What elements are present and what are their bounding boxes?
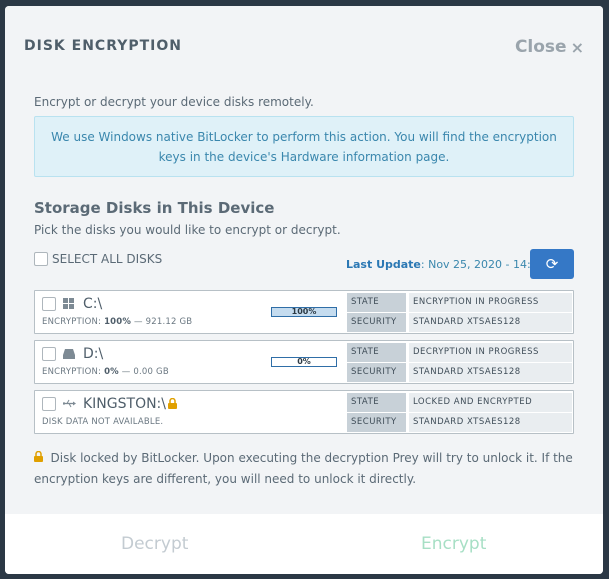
state-value: ENCRYPTION IN PROGRESS [409, 293, 572, 312]
disk-checkbox[interactable] [42, 297, 56, 311]
close-label: Close [514, 37, 567, 57]
refresh-icon: ⟳ [545, 255, 559, 273]
detail-suffix: — 921.12 GB [131, 317, 193, 327]
close-icon: × [570, 37, 584, 57]
section-subtitle: Pick the disks you would like to encrypt… [34, 223, 341, 237]
info-line-1: We use Windows native BitLocker to perfo… [51, 130, 557, 144]
detail-prefix: ENCRYPTION: [42, 317, 105, 327]
disk-row-d: D:\ ENCRYPTION: 0% — 0.00 GB 0% STATE DE… [34, 340, 574, 384]
disk-detail: ENCRYPTION: 0% — 0.00 GB [42, 367, 169, 377]
disk-name: D:\ [83, 346, 104, 362]
state-key: STATE [347, 393, 406, 412]
section-title: Storage Disks in This Device [34, 199, 275, 217]
state-key: STATE [347, 343, 406, 362]
disk-detail: DISK DATA NOT AVAILABLE. [42, 417, 164, 427]
disk-info-table: STATE DECRYPTION IN PROGRESS SECURITY ST… [347, 343, 572, 383]
info-alert: We use Windows native BitLocker to perfo… [34, 116, 574, 177]
state-row: STATE LOCKED AND ENCRYPTED [347, 393, 572, 412]
disk-info-table: STATE ENCRYPTION IN PROGRESS SECURITY ST… [347, 293, 572, 333]
select-all-checkbox[interactable]: SELECT ALL DISKS [34, 252, 162, 266]
progress-bar: 0% [271, 357, 337, 367]
disk-encryption-modal: DISK ENCRYPTION Close × Encrypt or decry… [5, 6, 603, 574]
disk-info-table: STATE LOCKED AND ENCRYPTED SECURITY STAN… [347, 393, 572, 433]
detail-value: 100% [104, 317, 132, 327]
security-key: SECURITY [347, 363, 406, 382]
progress-label: 0% [297, 357, 311, 366]
locked-disk-note: Disk locked by BitLocker. Upon executing… [34, 448, 574, 489]
last-update: Last Update: Nov 25, 2020 - 14:59 [346, 258, 545, 271]
lock-icon [168, 397, 177, 412]
last-update-label: Last Update [346, 258, 421, 271]
security-value: STANDARD XTSAES128 [409, 413, 572, 432]
progress-label: 100% [291, 307, 317, 316]
encrypt-button[interactable]: Encrypt [421, 534, 486, 554]
modal-title: DISK ENCRYPTION [24, 38, 182, 54]
detail-value: 0% [104, 367, 119, 377]
security-value: STANDARD XTSAES128 [409, 363, 572, 382]
disk-row-c: C:\ ENCRYPTION: 100% — 921.12 GB 100% ST… [34, 290, 574, 334]
drive-icon [63, 348, 75, 362]
checkbox[interactable] [34, 252, 48, 266]
state-value: DECRYPTION IN PROGRESS [409, 343, 572, 362]
state-value: LOCKED AND ENCRYPTED [409, 393, 572, 412]
close-button[interactable]: Close × [515, 37, 584, 57]
disk-detail: ENCRYPTION: 100% — 921.12 GB [42, 317, 192, 327]
usb-icon [62, 398, 76, 411]
disk-name: C:\ [83, 296, 103, 312]
security-key: SECURITY [347, 413, 406, 432]
select-all-label: SELECT ALL DISKS [52, 252, 163, 266]
refresh-button[interactable]: ⟳ [530, 249, 574, 279]
lock-icon [34, 450, 47, 465]
detail-prefix: ENCRYPTION: [42, 367, 105, 377]
disk-checkbox[interactable] [42, 397, 56, 411]
security-row: SECURITY STANDARD XTSAES128 [347, 363, 572, 382]
modal-footer: Decrypt Encrypt [5, 514, 603, 574]
windows-icon [63, 298, 74, 312]
security-row: SECURITY STANDARD XTSAES128 [347, 313, 572, 332]
state-key: STATE [347, 293, 406, 312]
modal-header: DISK ENCRYPTION Close × [5, 6, 603, 86]
detail-suffix: — 0.00 GB [118, 367, 169, 377]
modal-body: Encrypt or decrypt your device disks rem… [5, 86, 603, 514]
info-line-2: keys in the device's Hardware informatio… [158, 150, 450, 164]
disk-checkbox[interactable] [42, 347, 56, 361]
disk-row-kingston: KINGSTON:\ DISK DATA NOT AVAILABLE. STAT… [34, 390, 574, 434]
last-update-value: : Nov 25, 2020 - 14:59 [420, 258, 545, 271]
state-row: STATE ENCRYPTION IN PROGRESS [347, 293, 572, 312]
decrypt-button[interactable]: Decrypt [121, 534, 188, 554]
security-value: STANDARD XTSAES128 [409, 313, 572, 332]
intro-text: Encrypt or decrypt your device disks rem… [34, 95, 314, 109]
security-key: SECURITY [347, 313, 406, 332]
security-row: SECURITY STANDARD XTSAES128 [347, 413, 572, 432]
note-text: Disk locked by BitLocker. Upon executing… [34, 451, 573, 486]
progress-bar: 100% [271, 307, 337, 317]
disk-name: KINGSTON:\ [83, 396, 166, 412]
state-row: STATE DECRYPTION IN PROGRESS [347, 343, 572, 362]
